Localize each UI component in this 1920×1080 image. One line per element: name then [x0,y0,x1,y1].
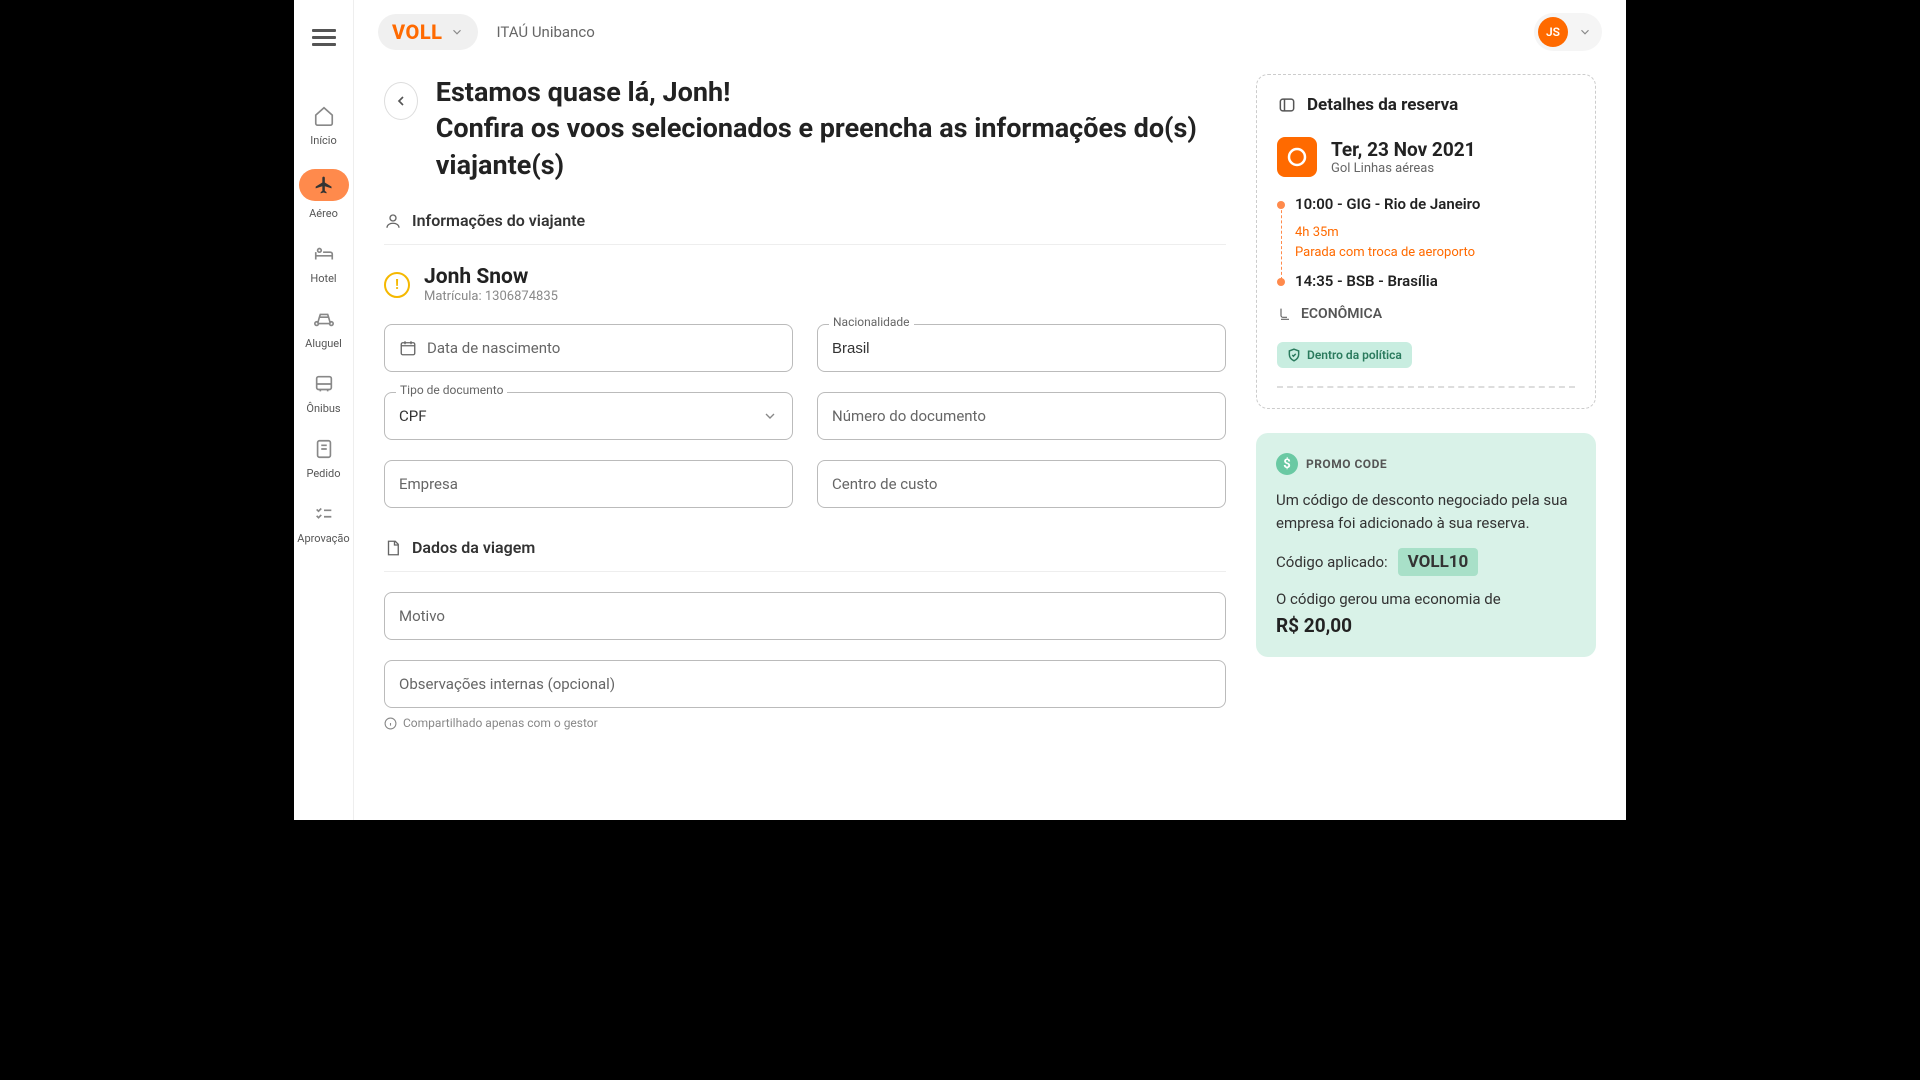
arrival: 14:35 - BSB - Brasília [1295,272,1575,290]
nationality-input[interactable] [832,340,1211,357]
nav-hotel[interactable]: Hotel [294,242,353,285]
nav-aluguel[interactable]: Aluguel [294,307,353,350]
notes-hint: Compartilhado apenas com o gestor [403,716,598,730]
departure: 10:00 - GIG - Rio de Janeiro [1295,195,1575,213]
seat-icon [1277,306,1293,322]
user-menu[interactable]: JS [1534,13,1602,51]
ticket-icon [312,437,336,461]
notes-field[interactable]: Observações internas (opcional) Comparti… [384,660,1226,730]
person-icon [384,212,402,230]
nav-label: Aluguel [305,337,342,350]
nav-aereo[interactable]: Aéreo [294,169,353,220]
chevron-down-icon [1578,25,1592,39]
bus-icon [312,372,336,396]
nav-label: Aprovação [297,532,349,545]
promo-applied-label: Código aplicado: [1276,553,1388,571]
airline-name: Gol Linhas aéreas [1331,161,1476,176]
sidebar: Início Aéreo Hotel Aluguel Ônibus Pedido [294,0,354,820]
promo-card: $ PROMO CODE Um código de desconto negoc… [1256,433,1596,657]
checklist-icon [312,502,336,526]
chevron-down-icon [450,25,464,39]
back-button[interactable] [384,82,418,120]
traveler-section-header: Informações do viajante [384,211,1226,245]
document-icon [384,539,402,557]
trip-section-header: Dados da viagem [384,538,1226,572]
doc-type-field[interactable]: Tipo de documento CPF [384,392,793,440]
car-icon [312,307,336,331]
nav-label: Ônibus [306,402,340,415]
dob-field[interactable]: Data de nascimento [384,324,793,372]
nav-onibus[interactable]: Ônibus [294,372,353,415]
promo-description: Um código de desconto negociado pela sua… [1276,489,1576,534]
nationality-field[interactable]: Nacionalidade [817,324,1226,372]
nav-label: Aéreo [309,207,338,220]
info-icon [384,717,397,730]
hamburger-icon[interactable] [312,25,336,49]
bed-icon [312,242,336,266]
plane-icon [312,173,336,197]
traveler-registration: Matrícula: 1306874835 [424,289,558,304]
promo-label: PROMO CODE [1306,457,1387,471]
promo-savings-value: R$ 20,00 [1276,614,1576,637]
fare-class: ECONÔMICA [1301,306,1382,322]
nav-pedido[interactable]: Pedido [294,437,353,480]
calendar-icon [399,339,417,357]
flight-duration: 4h 35m [1295,223,1575,243]
nav-inicio[interactable]: Início [294,104,353,147]
company-field[interactable]: Empresa [384,460,793,508]
policy-badge: Dentro da política [1277,342,1412,368]
home-icon [312,104,336,128]
dollar-icon: $ [1276,453,1298,475]
promo-code: VOLL10 [1398,548,1479,576]
chevron-down-icon [762,408,778,424]
nav-label: Hotel [310,272,336,285]
promo-savings-label: O código gerou uma economia de [1276,590,1576,608]
reason-field[interactable]: Motivo [384,592,1226,640]
stop-note: Parada com troca de aeroporto [1295,243,1575,263]
flight-date: Ter, 23 Nov 2021 [1331,138,1476,161]
page-title: Estamos quase lá, Jonh! Confira os voos … [436,74,1226,183]
traveler-name: Jonh Snow [424,265,558,289]
warning-icon: ! [384,272,410,298]
company-name: ITAÚ Unibanco [496,23,594,41]
ticket-icon [1277,95,1297,115]
header: VOLL ITAÚ Unibanco JS [354,0,1626,64]
booking-details-card: Detalhes da reserva Ter, 23 Nov 2021 Gol… [1256,74,1596,409]
nav-label: Pedido [306,467,340,480]
doc-number-field[interactable]: Número do documento [817,392,1226,440]
avatar: JS [1538,17,1568,47]
nav-aprovacao[interactable]: Aprovação [294,502,353,545]
nav-label: Início [310,134,337,147]
brand-logo: VOLL [392,20,442,44]
cost-center-field[interactable]: Centro de custo [817,460,1226,508]
airline-logo [1277,137,1317,177]
brand-switcher[interactable]: VOLL [378,14,478,50]
